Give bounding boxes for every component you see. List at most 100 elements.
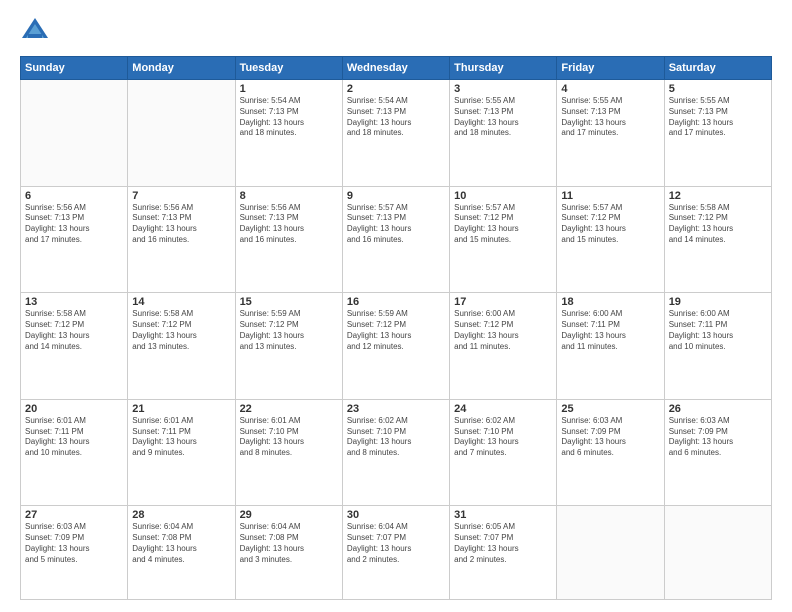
day-number: 4 <box>561 83 659 95</box>
day-number: 31 <box>454 509 552 521</box>
calendar-table: SundayMondayTuesdayWednesdayThursdayFrid… <box>20 56 772 600</box>
day-number: 13 <box>25 296 123 308</box>
cell-info: Sunrise: 6:02 AMSunset: 7:10 PMDaylight:… <box>454 416 552 459</box>
calendar-cell: 5Sunrise: 5:55 AMSunset: 7:13 PMDaylight… <box>664 80 771 187</box>
day-number: 23 <box>347 403 445 415</box>
calendar-cell: 13Sunrise: 5:58 AMSunset: 7:12 PMDayligh… <box>21 293 128 400</box>
page: SundayMondayTuesdayWednesdayThursdayFrid… <box>0 0 792 612</box>
cell-info: Sunrise: 5:58 AMSunset: 7:12 PMDaylight:… <box>132 309 230 352</box>
cell-info: Sunrise: 5:58 AMSunset: 7:12 PMDaylight:… <box>669 203 767 246</box>
weekday-header: Friday <box>557 57 664 80</box>
cell-info: Sunrise: 6:03 AMSunset: 7:09 PMDaylight:… <box>561 416 659 459</box>
calendar-cell: 12Sunrise: 5:58 AMSunset: 7:12 PMDayligh… <box>664 186 771 293</box>
calendar-cell: 9Sunrise: 5:57 AMSunset: 7:13 PMDaylight… <box>342 186 449 293</box>
calendar-cell: 28Sunrise: 6:04 AMSunset: 7:08 PMDayligh… <box>128 506 235 600</box>
weekday-header: Thursday <box>450 57 557 80</box>
calendar-cell: 19Sunrise: 6:00 AMSunset: 7:11 PMDayligh… <box>664 293 771 400</box>
calendar-cell: 31Sunrise: 6:05 AMSunset: 7:07 PMDayligh… <box>450 506 557 600</box>
day-number: 25 <box>561 403 659 415</box>
day-number: 12 <box>669 190 767 202</box>
day-number: 9 <box>347 190 445 202</box>
weekday-header: Wednesday <box>342 57 449 80</box>
calendar-cell <box>664 506 771 600</box>
calendar-cell: 26Sunrise: 6:03 AMSunset: 7:09 PMDayligh… <box>664 399 771 506</box>
day-number: 6 <box>25 190 123 202</box>
day-number: 11 <box>561 190 659 202</box>
calendar-cell: 6Sunrise: 5:56 AMSunset: 7:13 PMDaylight… <box>21 186 128 293</box>
weekday-header: Sunday <box>21 57 128 80</box>
day-number: 5 <box>669 83 767 95</box>
day-number: 3 <box>454 83 552 95</box>
calendar-cell: 15Sunrise: 5:59 AMSunset: 7:12 PMDayligh… <box>235 293 342 400</box>
calendar-cell: 22Sunrise: 6:01 AMSunset: 7:10 PMDayligh… <box>235 399 342 506</box>
cell-info: Sunrise: 5:54 AMSunset: 7:13 PMDaylight:… <box>347 96 445 139</box>
day-number: 27 <box>25 509 123 521</box>
calendar-cell: 27Sunrise: 6:03 AMSunset: 7:09 PMDayligh… <box>21 506 128 600</box>
calendar-header-row: SundayMondayTuesdayWednesdayThursdayFrid… <box>21 57 772 80</box>
calendar-cell <box>557 506 664 600</box>
calendar-week-row: 13Sunrise: 5:58 AMSunset: 7:12 PMDayligh… <box>21 293 772 400</box>
cell-info: Sunrise: 5:56 AMSunset: 7:13 PMDaylight:… <box>240 203 338 246</box>
day-number: 19 <box>669 296 767 308</box>
day-number: 29 <box>240 509 338 521</box>
weekday-header: Saturday <box>664 57 771 80</box>
cell-info: Sunrise: 6:01 AMSunset: 7:11 PMDaylight:… <box>132 416 230 459</box>
day-number: 30 <box>347 509 445 521</box>
calendar-cell: 16Sunrise: 5:59 AMSunset: 7:12 PMDayligh… <box>342 293 449 400</box>
cell-info: Sunrise: 6:00 AMSunset: 7:11 PMDaylight:… <box>669 309 767 352</box>
day-number: 15 <box>240 296 338 308</box>
calendar-week-row: 20Sunrise: 6:01 AMSunset: 7:11 PMDayligh… <box>21 399 772 506</box>
logo <box>20 16 54 46</box>
cell-info: Sunrise: 6:01 AMSunset: 7:10 PMDaylight:… <box>240 416 338 459</box>
day-number: 14 <box>132 296 230 308</box>
calendar-cell <box>21 80 128 187</box>
day-number: 26 <box>669 403 767 415</box>
cell-info: Sunrise: 6:02 AMSunset: 7:10 PMDaylight:… <box>347 416 445 459</box>
cell-info: Sunrise: 6:04 AMSunset: 7:08 PMDaylight:… <box>240 522 338 565</box>
cell-info: Sunrise: 6:03 AMSunset: 7:09 PMDaylight:… <box>669 416 767 459</box>
weekday-header: Tuesday <box>235 57 342 80</box>
weekday-header: Monday <box>128 57 235 80</box>
day-number: 18 <box>561 296 659 308</box>
day-number: 22 <box>240 403 338 415</box>
calendar-week-row: 6Sunrise: 5:56 AMSunset: 7:13 PMDaylight… <box>21 186 772 293</box>
cell-info: Sunrise: 5:58 AMSunset: 7:12 PMDaylight:… <box>25 309 123 352</box>
calendar-cell: 29Sunrise: 6:04 AMSunset: 7:08 PMDayligh… <box>235 506 342 600</box>
cell-info: Sunrise: 5:54 AMSunset: 7:13 PMDaylight:… <box>240 96 338 139</box>
calendar-cell: 17Sunrise: 6:00 AMSunset: 7:12 PMDayligh… <box>450 293 557 400</box>
calendar-cell: 14Sunrise: 5:58 AMSunset: 7:12 PMDayligh… <box>128 293 235 400</box>
header <box>20 16 772 46</box>
day-number: 16 <box>347 296 445 308</box>
day-number: 10 <box>454 190 552 202</box>
calendar-cell <box>128 80 235 187</box>
day-number: 7 <box>132 190 230 202</box>
cell-info: Sunrise: 6:00 AMSunset: 7:11 PMDaylight:… <box>561 309 659 352</box>
cell-info: Sunrise: 6:03 AMSunset: 7:09 PMDaylight:… <box>25 522 123 565</box>
cell-info: Sunrise: 6:01 AMSunset: 7:11 PMDaylight:… <box>25 416 123 459</box>
logo-icon <box>20 16 50 46</box>
calendar-cell: 18Sunrise: 6:00 AMSunset: 7:11 PMDayligh… <box>557 293 664 400</box>
calendar-cell: 8Sunrise: 5:56 AMSunset: 7:13 PMDaylight… <box>235 186 342 293</box>
calendar-cell: 7Sunrise: 5:56 AMSunset: 7:13 PMDaylight… <box>128 186 235 293</box>
cell-info: Sunrise: 5:57 AMSunset: 7:13 PMDaylight:… <box>347 203 445 246</box>
calendar-cell: 3Sunrise: 5:55 AMSunset: 7:13 PMDaylight… <box>450 80 557 187</box>
cell-info: Sunrise: 6:05 AMSunset: 7:07 PMDaylight:… <box>454 522 552 565</box>
day-number: 17 <box>454 296 552 308</box>
calendar-cell: 23Sunrise: 6:02 AMSunset: 7:10 PMDayligh… <box>342 399 449 506</box>
day-number: 28 <box>132 509 230 521</box>
cell-info: Sunrise: 5:56 AMSunset: 7:13 PMDaylight:… <box>25 203 123 246</box>
cell-info: Sunrise: 6:04 AMSunset: 7:07 PMDaylight:… <box>347 522 445 565</box>
cell-info: Sunrise: 5:57 AMSunset: 7:12 PMDaylight:… <box>454 203 552 246</box>
calendar-week-row: 27Sunrise: 6:03 AMSunset: 7:09 PMDayligh… <box>21 506 772 600</box>
calendar-cell: 30Sunrise: 6:04 AMSunset: 7:07 PMDayligh… <box>342 506 449 600</box>
calendar-cell: 25Sunrise: 6:03 AMSunset: 7:09 PMDayligh… <box>557 399 664 506</box>
calendar-cell: 21Sunrise: 6:01 AMSunset: 7:11 PMDayligh… <box>128 399 235 506</box>
calendar-cell: 2Sunrise: 5:54 AMSunset: 7:13 PMDaylight… <box>342 80 449 187</box>
day-number: 20 <box>25 403 123 415</box>
cell-info: Sunrise: 5:56 AMSunset: 7:13 PMDaylight:… <box>132 203 230 246</box>
day-number: 2 <box>347 83 445 95</box>
calendar-cell: 1Sunrise: 5:54 AMSunset: 7:13 PMDaylight… <box>235 80 342 187</box>
cell-info: Sunrise: 5:55 AMSunset: 7:13 PMDaylight:… <box>669 96 767 139</box>
cell-info: Sunrise: 6:04 AMSunset: 7:08 PMDaylight:… <box>132 522 230 565</box>
calendar-week-row: 1Sunrise: 5:54 AMSunset: 7:13 PMDaylight… <box>21 80 772 187</box>
